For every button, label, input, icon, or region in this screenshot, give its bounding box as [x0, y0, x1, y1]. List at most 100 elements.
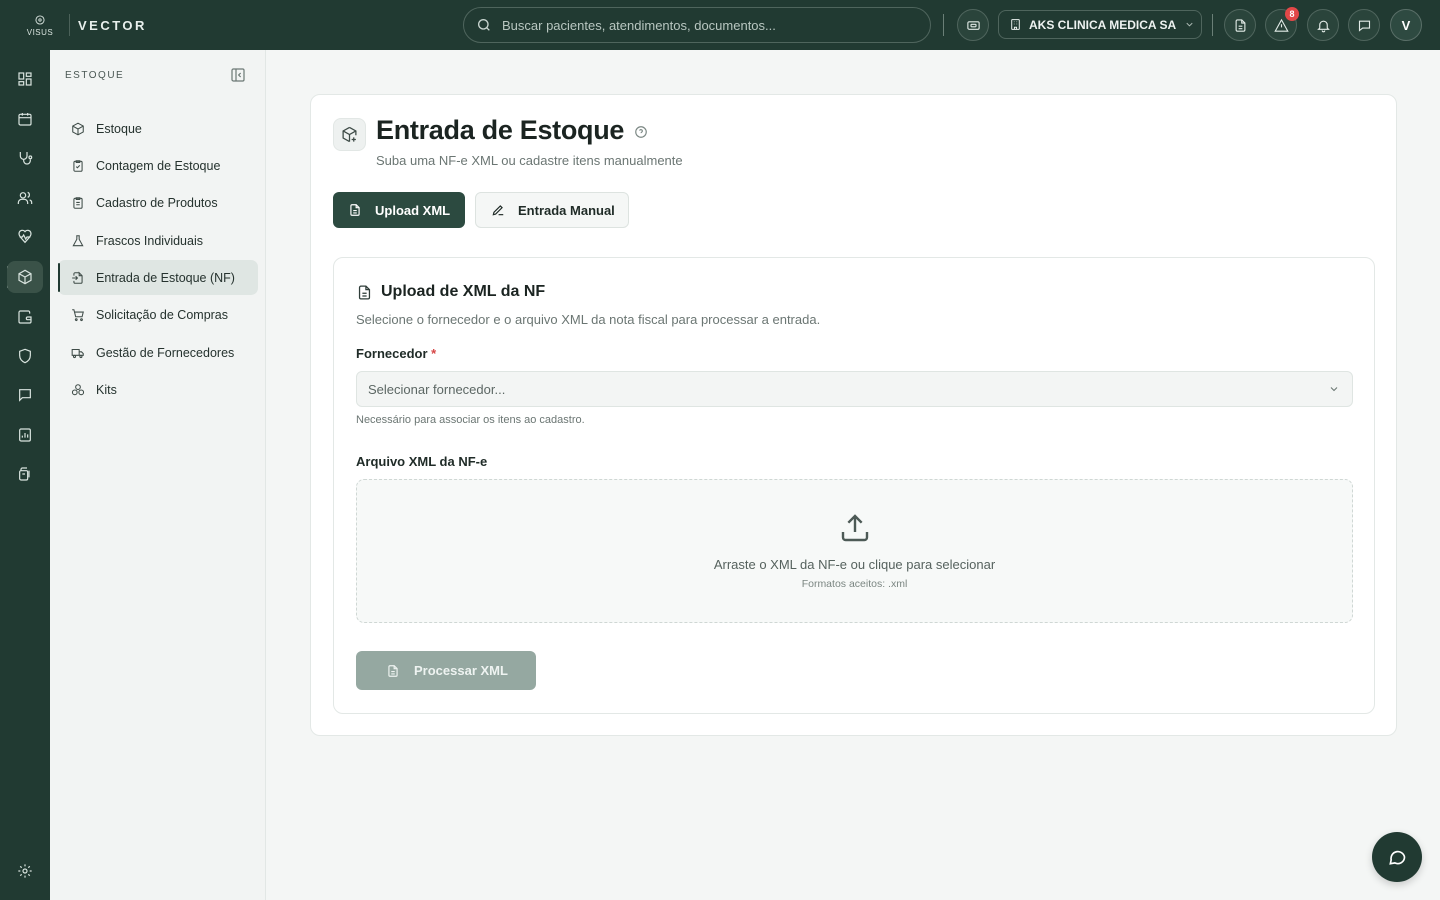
rail-reports[interactable] [7, 419, 43, 451]
help-button[interactable] [634, 125, 648, 139]
rail-settings[interactable] [7, 855, 43, 887]
document-icon [388, 664, 398, 677]
brand-name: VECTOR [78, 17, 147, 33]
settings-icon [18, 864, 32, 878]
rail-health[interactable] [7, 221, 43, 253]
rail-messages[interactable] [7, 379, 43, 411]
upload-heading-text: Upload de XML da NF [381, 283, 546, 300]
clinic-selector[interactable]: AKS CLINICA MEDICA SA [998, 10, 1202, 39]
dropzone-text: Arraste o XML da NF-e ou clique para sel… [713, 557, 996, 572]
logo-text: VISUS [26, 28, 54, 37]
package-plus-icon [342, 126, 357, 143]
required-mark: * [431, 346, 437, 361]
sidebar-item-label: Solicitação de Compras [96, 307, 229, 322]
logo-mark-icon [35, 15, 45, 25]
tab-manual-label: Entrada Manual [518, 202, 615, 218]
clipboard-list-icon [73, 196, 83, 209]
supplier-select-value: Selecionar fornecedor... [368, 381, 506, 397]
messages-button[interactable] [1348, 9, 1380, 41]
rail-inventory[interactable] [7, 261, 43, 293]
process-xml-button[interactable]: Processar XML [356, 651, 536, 690]
chevron-down-icon [1186, 22, 1193, 27]
sidebar-item-fornecedores[interactable]: Gestão de Fornecedores [58, 335, 258, 370]
upload-heading: Upload de XML da NF [356, 283, 545, 301]
process-xml-label: Processar XML [414, 663, 508, 678]
sidebar-item-label: Estoque [96, 121, 142, 136]
warning-icon [1273, 18, 1289, 32]
pencil-icon [492, 205, 504, 216]
main-card: Entrada de Estoque Suba uma NF-e XML ou … [310, 94, 1397, 736]
ticket-icon [966, 20, 980, 30]
icon-rail [0, 50, 50, 900]
tab-upload-xml[interactable]: Upload XML [333, 192, 465, 228]
sidebar-item-label: Contagem de Estoque [96, 158, 221, 173]
user-avatar[interactable]: V [1390, 9, 1422, 41]
page-title: Entrada de Estoque [376, 115, 625, 145]
notifications-button[interactable] [1307, 9, 1339, 41]
document-icon [358, 284, 371, 300]
sidebar-item-label: Frascos Individuais [96, 233, 203, 248]
xml-dropzone[interactable]: Arraste o XML da NF-e ou clique para sel… [356, 479, 1353, 623]
dropzone-formats: Formatos aceitos: .xml [801, 578, 908, 590]
files-icon [19, 467, 30, 481]
boxes-icon [71, 383, 85, 395]
sidebar-collapse-button[interactable] [230, 67, 246, 83]
package-icon [72, 122, 84, 135]
sidebar-item-estoque[interactable]: Estoque [58, 111, 258, 146]
dashboard-icon [18, 72, 32, 86]
alerts-badge: 8 [1285, 7, 1299, 21]
sidebar-item-label: Entrada de Estoque (NF) [96, 270, 235, 285]
supplier-label-text: Fornecedor [356, 346, 428, 361]
app-logo[interactable]: VISUS [15, 0, 65, 50]
page-title-badge [333, 118, 366, 151]
rail-users[interactable] [7, 182, 43, 214]
wallet-icon [18, 310, 32, 324]
upload-icon [841, 514, 869, 542]
rail-files[interactable] [7, 458, 43, 490]
support-chat-button[interactable] [1372, 832, 1422, 882]
message-icon [19, 389, 31, 402]
report-icon [19, 428, 31, 442]
sidebar-item-kits[interactable]: Kits [58, 372, 258, 407]
documents-button[interactable] [1224, 9, 1256, 41]
supplier-label: Fornecedor * [356, 346, 436, 361]
sidebar-item-cadastro[interactable]: Cadastro de Produtos [58, 185, 258, 220]
rail-stethoscope[interactable] [7, 142, 43, 174]
chat-icon [1358, 20, 1370, 32]
global-search[interactable]: Buscar pacientes, atendimentos, document… [463, 7, 931, 43]
rail-security[interactable] [7, 340, 43, 372]
search-icon [478, 19, 490, 31]
calendar-icon [18, 113, 32, 126]
file-label: Arquivo XML da NF-e [356, 454, 488, 469]
sidebar-title: ESTOQUE [65, 70, 125, 81]
cart-icon [72, 308, 84, 321]
rail-finance[interactable] [7, 301, 43, 333]
users-icon [17, 191, 33, 204]
rail-calendar[interactable] [7, 103, 43, 135]
sidebar-item-frascos[interactable]: Frascos Individuais [58, 223, 258, 258]
sidebar-item-compras[interactable]: Solicitação de Compras [58, 297, 258, 332]
sidebar-item-entrada-nf[interactable]: Entrada de Estoque (NF) [58, 260, 258, 295]
ticket-button[interactable] [957, 9, 989, 41]
supplier-select[interactable]: Selecionar fornecedor... [356, 371, 1353, 407]
tab-entrada-manual[interactable]: Entrada Manual [475, 192, 629, 228]
toolbar-divider [1212, 14, 1213, 36]
search-input[interactable]: Buscar pacientes, atendimentos, document… [502, 18, 776, 33]
upload-description: Selecione o fornecedor e o arquivo XML d… [356, 312, 821, 327]
help-circle-icon [635, 126, 647, 138]
chat-bubble-icon [1389, 850, 1406, 865]
document-icon [350, 204, 360, 216]
sidebar-item-label: Gestão de Fornecedores [96, 345, 235, 360]
rail-dashboard[interactable] [7, 63, 43, 95]
document-icon [1235, 18, 1245, 32]
sidebar-item-contagem[interactable]: Contagem de Estoque [58, 148, 258, 183]
top-bar: VISUS VECTOR Buscar pacientes, atendimen… [0, 0, 1440, 50]
file-import-icon [72, 270, 83, 284]
truck-icon [71, 348, 84, 358]
panel-collapse-icon [231, 68, 245, 82]
brand-divider [69, 14, 70, 36]
flask-icon [72, 234, 84, 246]
clinic-name: AKS CLINICA MEDICA SA [1029, 17, 1177, 32]
supplier-hint: Necessário para associar os itens ao cad… [356, 414, 585, 426]
alerts-button[interactable]: 8 [1265, 7, 1299, 41]
